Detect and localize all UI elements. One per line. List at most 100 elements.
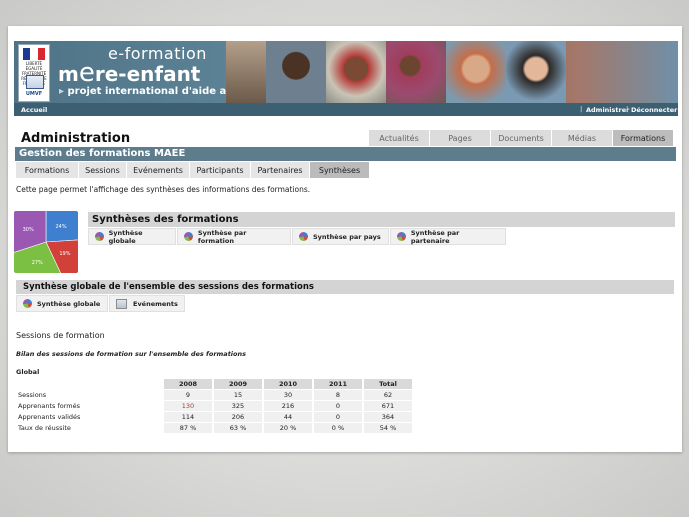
brand-rest: re-enfant	[94, 62, 201, 86]
syntheses-header: Synthèses des formations	[88, 212, 675, 227]
button-label: Synthèse par formation	[197, 228, 247, 245]
umvf-label: UMVF	[25, 91, 43, 97]
subtab-label: Partenaires	[257, 165, 303, 175]
top-link-bar: Accueil | Administrer | Déconnecter	[14, 103, 678, 116]
table-cell: 20 %	[264, 423, 312, 433]
table-cell: 216	[264, 401, 312, 411]
sub-tabs: Formations Sessions Evénements Participa…	[16, 162, 370, 178]
top-nav-tabs: Actualités Pages Documents Médias Format…	[368, 130, 673, 146]
syntheses-buttons: Synthèse globale Synthèse par formation …	[88, 228, 507, 245]
accueil-link[interactable]: Accueil	[21, 106, 47, 114]
tab-medias[interactable]: Médias	[552, 130, 612, 146]
table-cell: 0	[314, 401, 362, 411]
tab-actualites[interactable]: Actualités	[369, 130, 429, 146]
button-label: Synthèse par pays	[313, 232, 381, 241]
button-label: Evénements	[133, 299, 178, 308]
evenements-button[interactable]: Evénements	[109, 295, 185, 312]
table-cell: 87 %	[164, 423, 212, 433]
table-cell: 0	[314, 412, 362, 422]
table-cell: 54 %	[364, 423, 412, 433]
subtab-participants[interactable]: Participants	[190, 162, 250, 178]
tab-pages[interactable]: Pages	[430, 130, 490, 146]
row-label: Sessions	[18, 391, 47, 399]
photo-2	[266, 41, 326, 103]
table-cell: 8	[314, 390, 362, 400]
table-cell: 44	[264, 412, 312, 422]
subtab-label: Synthèses	[318, 165, 361, 175]
table-cell: 671	[364, 401, 412, 411]
subtab-label: Formations	[24, 165, 70, 175]
tab-label: Actualités	[379, 133, 419, 143]
subtab-label: Sessions	[85, 165, 120, 175]
tab-label: Médias	[567, 133, 597, 143]
subtab-partenaires[interactable]: Partenaires	[251, 162, 309, 178]
table-row: Taux de réussite 87 % 63 % 20 % 0 % 54 %	[18, 423, 412, 433]
pie-chart-icon	[184, 232, 193, 241]
table-cell: 206	[214, 412, 262, 422]
separator: |	[580, 105, 583, 113]
table-cell: 114	[164, 412, 212, 422]
tab-label: Documents	[498, 133, 544, 143]
pie-chart-icon	[95, 232, 104, 241]
calendar-icon	[116, 298, 127, 309]
table-header-row: 2008 2009 2010 2011 Total	[18, 379, 412, 389]
table-cell: 63 %	[214, 423, 262, 433]
photo-1	[226, 41, 266, 103]
subtab-label: Participants	[196, 165, 244, 175]
synthese-par-formation-button[interactable]: Synthèse par formation	[177, 228, 291, 245]
subtab-label: Evénements	[133, 165, 183, 175]
table-cell: 9	[164, 390, 212, 400]
header-banner: LIBERTÉ ÉGALITÉ FRATERNITÉ RÉPUBLIQUE FR…	[14, 41, 678, 103]
table-corner	[18, 379, 162, 389]
brand-e-big: e	[78, 58, 95, 88]
umvf-building-icon	[26, 75, 44, 89]
intro-text: Cette page permet l'affichage des synthè…	[16, 185, 311, 194]
row-label: Apprenants validés	[18, 413, 81, 421]
column-header: 2010	[264, 379, 312, 389]
table-cell: 130	[164, 401, 212, 411]
globale-buttons: Synthèse globale Evénements	[16, 295, 186, 312]
pie-chart-icon	[23, 299, 32, 308]
browser-page: LIBERTÉ ÉGALITÉ FRATERNITÉ RÉPUBLIQUE FR…	[8, 26, 682, 452]
subtab-sessions[interactable]: Sessions	[79, 162, 126, 178]
tab-documents[interactable]: Documents	[491, 130, 551, 146]
slide-background: LIBERTÉ ÉGALITÉ FRATERNITÉ RÉPUBLIQUE FR…	[0, 0, 689, 517]
globale-synthese-button[interactable]: Synthèse globale	[16, 295, 108, 312]
deconnecter-link[interactable]: Déconnecter	[631, 106, 677, 114]
synthese-par-pays-button[interactable]: Synthèse par pays	[292, 228, 389, 245]
tab-formations[interactable]: Formations	[613, 130, 673, 146]
photo-5	[446, 41, 506, 103]
synthese-par-partenaire-button[interactable]: Synthèse par partenaire	[390, 228, 506, 245]
global-label: Global	[16, 368, 40, 376]
table-row: Apprenants formés 130 325 216 0 671	[18, 401, 412, 411]
subtab-formations[interactable]: Formations	[16, 162, 78, 178]
pie-slice-label: 24%	[55, 224, 66, 230]
page-title: Administration	[21, 131, 131, 146]
column-header: 2009	[214, 379, 262, 389]
syntheses-pie-chart: 24% 19% 27% 30%	[14, 211, 78, 273]
brand-mere-enfant: mere-enfant	[58, 58, 200, 88]
table-cell: 364	[364, 412, 412, 422]
synthese-globale-button[interactable]: Synthèse globale	[88, 228, 176, 245]
subtab-evenements[interactable]: Evénements	[127, 162, 189, 178]
photo-6	[506, 41, 566, 103]
photo-3	[326, 41, 386, 103]
separator: |	[626, 105, 629, 113]
subtab-syntheses[interactable]: Synthèses	[310, 162, 369, 178]
table-row: Apprenants validés 114 206 44 0 364	[18, 412, 412, 422]
administrer-link[interactable]: Administrer	[586, 106, 629, 114]
logo-block: LIBERTÉ ÉGALITÉ FRATERNITÉ RÉPUBLIQUE FR…	[18, 44, 50, 102]
table-cell: 30	[264, 390, 312, 400]
row-label: Apprenants formés	[18, 402, 80, 410]
sessions-title: Sessions de formation	[16, 331, 105, 340]
pie-chart-icon	[299, 232, 308, 241]
brand-m: m	[58, 62, 79, 86]
column-header: 2011	[314, 379, 362, 389]
button-label: Synthèse globale	[108, 228, 143, 245]
children-photo-collage	[226, 41, 566, 103]
column-header: Total	[364, 379, 412, 389]
button-label: Synthèse par partenaire	[410, 228, 460, 245]
photo-4	[386, 41, 446, 103]
table-cell: 15	[214, 390, 262, 400]
tab-label: Pages	[448, 133, 472, 143]
